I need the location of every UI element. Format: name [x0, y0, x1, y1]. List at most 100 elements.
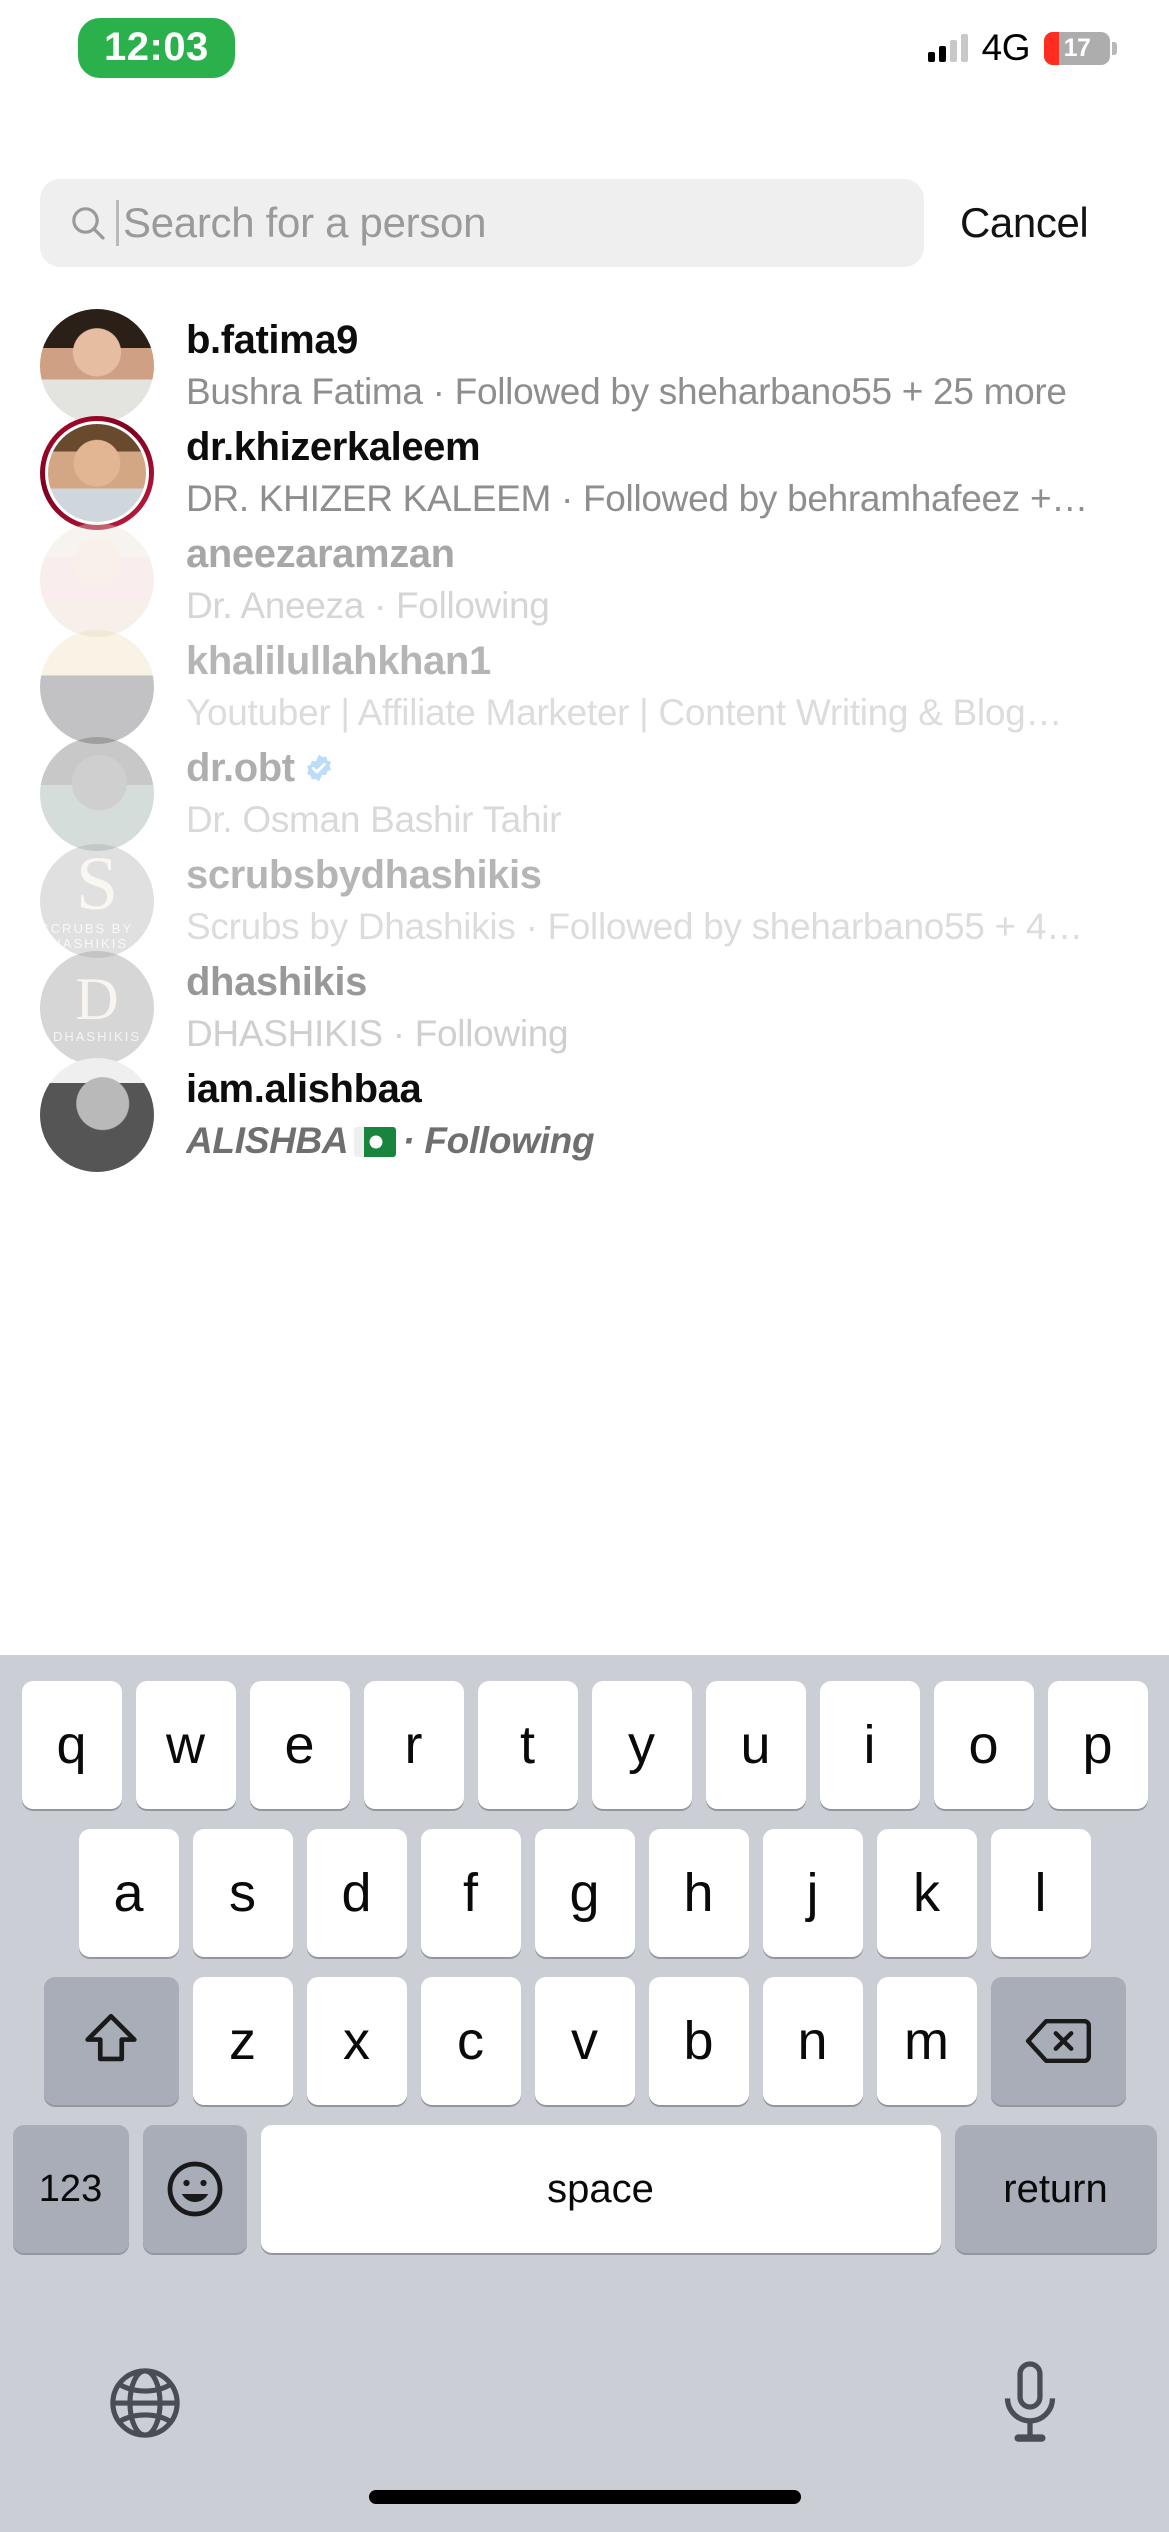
key-z[interactable]: z: [192, 1977, 293, 2105]
globe-language-icon[interactable]: [104, 2362, 186, 2444]
key-v[interactable]: v: [534, 1977, 635, 2105]
home-indicator: [368, 2490, 801, 2504]
avatar[interactable]: [40, 308, 154, 423]
keyboard-row-3: z x c v b n m: [0, 1957, 1169, 2105]
battery-indicator: 17: [1044, 31, 1117, 65]
profile-logo: S SCRUBS BY DHASHIKIS: [40, 843, 154, 958]
avatar[interactable]: S SCRUBS BY DHASHIKIS: [40, 843, 154, 958]
return-key[interactable]: return: [954, 2125, 1157, 2253]
on-screen-keyboard: q w e r t y u i o p a s d f g h j k l z …: [0, 1655, 1169, 2532]
brand-logo-mark: S SCRUBS BY DHASHIKIS: [40, 844, 154, 958]
avatar[interactable]: [40, 522, 154, 637]
status-indicators: 4G 17: [927, 27, 1117, 69]
key-u[interactable]: u: [705, 1681, 806, 1809]
result-username: khalilullahkhan1: [186, 638, 491, 683]
avatar[interactable]: [40, 1057, 154, 1172]
logo-letter: S: [75, 843, 119, 926]
avatar[interactable]: [40, 415, 154, 530]
table-row[interactable]: iam.alishbaa ALISHBA · Following: [0, 1057, 1169, 1172]
result-subtitle: ALISHBA · Following: [186, 1119, 1129, 1163]
key-c[interactable]: c: [420, 1977, 521, 2105]
key-l[interactable]: l: [990, 1829, 1091, 1957]
key-b[interactable]: b: [648, 1977, 749, 2105]
avatar[interactable]: [40, 629, 154, 744]
result-subtitle: DHASHIKIS · Following: [186, 1012, 569, 1054]
avatar[interactable]: D DHASHIKIS: [40, 950, 154, 1065]
key-p[interactable]: p: [1047, 1681, 1148, 1809]
profile-photo: [40, 308, 154, 423]
profile-photo: [45, 420, 149, 525]
result-text: khalilullahkhan1 Youtuber | Affiliate Ma…: [186, 638, 1129, 736]
result-username: scrubsbydhashikis: [186, 852, 542, 897]
result-subtitle: Bushra Fatima · Followed by sheharbano55…: [186, 370, 1067, 412]
key-j[interactable]: j: [762, 1829, 863, 1957]
table-row[interactable]: dr.khizerkaleem DR. KHIZER KALEEM · Foll…: [0, 415, 1169, 530]
text-cursor: [116, 200, 119, 246]
result-username: iam.alishbaa: [186, 1066, 422, 1111]
table-row[interactable]: khalilullahkhan1 Youtuber | Affiliate Ma…: [0, 629, 1169, 744]
result-subtitle: DR. KHIZER KALEEM · Followed by behramha…: [186, 477, 1088, 519]
numbers-key[interactable]: 123: [12, 2125, 129, 2253]
status-time: 12:03: [78, 18, 235, 78]
backspace-key[interactable]: [990, 1977, 1126, 2105]
backspace-delete-icon: [1025, 2019, 1091, 2063]
key-n[interactable]: n: [762, 1977, 863, 2105]
brand-logo-mark: D DHASHIKIS: [40, 951, 154, 1065]
key-s[interactable]: s: [192, 1829, 293, 1957]
key-m[interactable]: m: [876, 1977, 977, 2105]
key-i[interactable]: i: [819, 1681, 920, 1809]
key-h[interactable]: h: [648, 1829, 749, 1957]
profile-photo: [40, 1057, 154, 1172]
result-text: b.fatima9 Bushra Fatima · Followed by sh…: [186, 317, 1129, 415]
result-text: dr.khizerkaleem DR. KHIZER KALEEM · Foll…: [186, 424, 1129, 522]
key-y[interactable]: y: [591, 1681, 692, 1809]
space-key[interactable]: space: [260, 2125, 941, 2253]
cancel-button[interactable]: Cancel: [960, 199, 1089, 247]
table-row[interactable]: S SCRUBS BY DHASHIKIS scrubsbydhashikis …: [0, 843, 1169, 958]
profile-photo: [40, 736, 154, 851]
key-w[interactable]: w: [135, 1681, 236, 1809]
logo-letter: D: [75, 965, 119, 1032]
key-q[interactable]: q: [21, 1681, 122, 1809]
shift-key[interactable]: [43, 1977, 179, 2105]
key-x[interactable]: x: [306, 1977, 407, 2105]
cellular-signal-icon: [927, 34, 968, 62]
battery-cap: [1112, 41, 1117, 55]
result-text: aneezaramzan Dr. Aneeza · Following: [186, 531, 1129, 629]
result-subtitle: Dr. Osman Bashir Tahir: [186, 798, 562, 840]
key-a[interactable]: a: [78, 1829, 179, 1957]
result-username-label: dr.obt: [186, 745, 295, 790]
table-row[interactable]: dr.obt Dr. Osman Bashir Tahir: [0, 736, 1169, 851]
network-type-label: 4G: [981, 27, 1031, 68]
key-k[interactable]: k: [876, 1829, 977, 1957]
result-subtitle-suffix: · Following: [402, 1119, 595, 1161]
key-o[interactable]: o: [933, 1681, 1034, 1809]
search-icon: [72, 207, 105, 240]
avatar[interactable]: [40, 736, 154, 851]
logo-wordmark: SCRUBS BY DHASHIKIS: [40, 921, 133, 952]
search-results-list: b.fatima9 Bushra Fatima · Followed by sh…: [0, 308, 1169, 1172]
result-username: dr.khizerkaleem: [186, 424, 481, 469]
microphone-dictation-icon[interactable]: [995, 2360, 1065, 2446]
keyboard-row-1: q w e r t y u i o p: [0, 1655, 1169, 1809]
result-username: b.fatima9: [186, 317, 359, 362]
key-f[interactable]: f: [420, 1829, 521, 1957]
emoji-key[interactable]: [142, 2125, 247, 2253]
verified-badge-icon: [306, 754, 331, 782]
key-d[interactable]: d: [306, 1829, 407, 1957]
keyboard-row-4: 123 space return: [0, 2105, 1169, 2253]
key-g[interactable]: g: [534, 1829, 635, 1957]
keyboard-row-2: a s d f g h j k l: [0, 1809, 1169, 1957]
search-input[interactable]: Search for a person: [40, 179, 924, 267]
result-subtitle: Dr. Aneeza · Following: [186, 584, 550, 626]
table-row[interactable]: aneezaramzan Dr. Aneeza · Following: [0, 522, 1169, 637]
key-t[interactable]: t: [477, 1681, 578, 1809]
table-row[interactable]: b.fatima9 Bushra Fatima · Followed by sh…: [0, 308, 1169, 423]
table-row[interactable]: D DHASHIKIS dhashikis DHASHIKIS · Follow…: [0, 950, 1169, 1065]
result-username: aneezaramzan: [186, 531, 455, 576]
result-text: dr.obt Dr. Osman Bashir Tahir: [186, 745, 1129, 843]
emoji-smiley-icon: [167, 2161, 222, 2217]
key-e[interactable]: e: [249, 1681, 350, 1809]
key-r[interactable]: r: [363, 1681, 464, 1809]
result-text: dhashikis DHASHIKIS · Following: [186, 959, 1129, 1057]
